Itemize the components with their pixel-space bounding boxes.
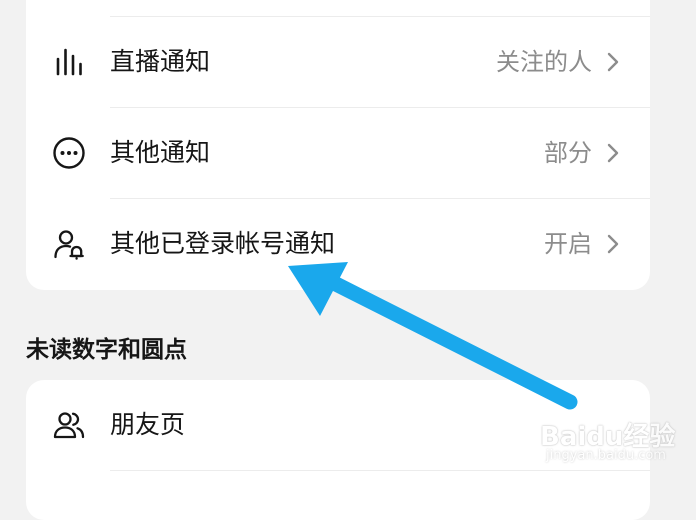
unread-section-title: 未读数字和圆点 bbox=[26, 337, 187, 363]
other-notification-value: 部分 bbox=[544, 139, 592, 167]
other-account-notification-row[interactable]: 其他已登录帐号通知 开启 bbox=[26, 199, 650, 289]
other-account-notification-value: 开启 bbox=[544, 230, 592, 258]
chevron-right-icon bbox=[606, 141, 620, 165]
friends-icon bbox=[52, 408, 86, 442]
unread-settings-card: 朋友页 bbox=[26, 380, 650, 520]
bar-chart-icon bbox=[52, 45, 86, 79]
chevron-right-icon bbox=[606, 50, 620, 74]
live-notification-row[interactable]: 直播通知 关注的人 bbox=[26, 17, 650, 107]
more-circle-icon bbox=[52, 136, 86, 170]
chevron-right-icon bbox=[606, 232, 620, 256]
friends-page-label: 朋友页 bbox=[110, 410, 186, 439]
divider bbox=[110, 470, 650, 471]
notification-settings-card: 直播通知 关注的人 其他通知 部分 其他已登录帐号通知 开启 bbox=[26, 0, 650, 290]
user-bell-icon bbox=[52, 227, 86, 261]
live-notification-value: 关注的人 bbox=[496, 48, 592, 76]
other-notification-row[interactable]: 其他通知 部分 bbox=[26, 108, 650, 198]
other-notification-label: 其他通知 bbox=[110, 138, 211, 167]
live-notification-label: 直播通知 bbox=[110, 47, 211, 76]
friends-page-row[interactable]: 朋友页 bbox=[26, 380, 650, 470]
other-account-notification-label: 其他已登录帐号通知 bbox=[110, 229, 336, 258]
